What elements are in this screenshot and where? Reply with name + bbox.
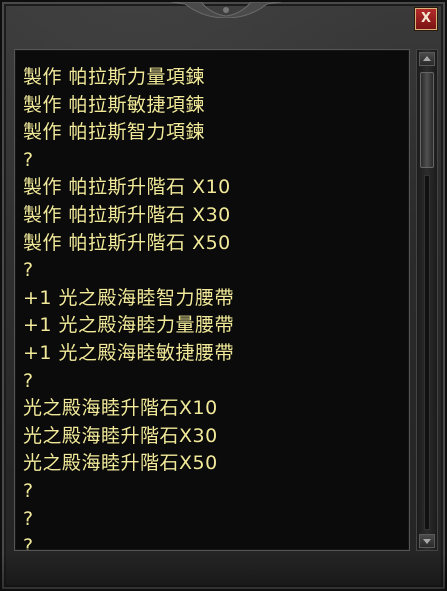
list-item[interactable]: ? bbox=[23, 147, 234, 175]
ornament-icon bbox=[152, 2, 299, 20]
list-item[interactable]: +1 光之殿海睦智力腰帶 bbox=[23, 285, 234, 313]
recipe-list-panel: 製作 帕拉斯力量項鍊 製作 帕拉斯敏捷項鍊 製作 帕拉斯智力項鍊 ? 製作 帕拉… bbox=[14, 49, 410, 551]
scroll-up-icon[interactable] bbox=[419, 52, 435, 66]
list-item[interactable]: 製作 帕拉斯力量項鍊 bbox=[23, 64, 234, 92]
close-icon: X bbox=[420, 11, 432, 26]
dialog-window: X 製作 帕拉斯力量項鍊 製作 帕拉斯敏捷項鍊 製作 帕拉斯智力項鍊 ? 製作 … bbox=[0, 0, 447, 591]
list-item[interactable]: ? bbox=[23, 506, 234, 534]
close-button[interactable]: X bbox=[415, 8, 437, 30]
scrollbar[interactable] bbox=[416, 49, 438, 551]
list-item[interactable]: ? bbox=[23, 257, 234, 285]
list-item[interactable]: 光之殿海睦升階石X10 bbox=[23, 395, 234, 423]
scroll-groove bbox=[424, 175, 430, 530]
list-item[interactable]: 製作 帕拉斯升階石 X50 bbox=[23, 230, 234, 258]
scroll-thumb[interactable] bbox=[420, 72, 434, 168]
list-item[interactable]: 製作 帕拉斯敏捷項鍊 bbox=[23, 92, 234, 120]
list-item[interactable]: +1 光之殿海睦敏捷腰帶 bbox=[23, 340, 234, 368]
list-item[interactable]: 製作 帕拉斯升階石 X30 bbox=[23, 202, 234, 230]
list-item[interactable]: 光之殿海睦升階石X50 bbox=[23, 450, 234, 478]
list-item[interactable]: ? bbox=[23, 368, 234, 396]
list-item[interactable]: +1 光之殿海睦力量腰帶 bbox=[23, 312, 234, 340]
list-item[interactable]: 光之殿海睦升階石X30 bbox=[23, 423, 234, 451]
list-item[interactable]: 製作 帕拉斯升階石 X10 bbox=[23, 174, 234, 202]
scroll-down-icon[interactable] bbox=[419, 534, 435, 548]
window-bottom-edge bbox=[2, 553, 447, 589]
list-item[interactable]: ? bbox=[23, 478, 234, 506]
list-item[interactable]: 製作 帕拉斯智力項鍊 bbox=[23, 119, 234, 147]
list-item[interactable]: ? bbox=[23, 533, 234, 550]
recipe-list: 製作 帕拉斯力量項鍊 製作 帕拉斯敏捷項鍊 製作 帕拉斯智力項鍊 ? 製作 帕拉… bbox=[23, 64, 234, 550]
